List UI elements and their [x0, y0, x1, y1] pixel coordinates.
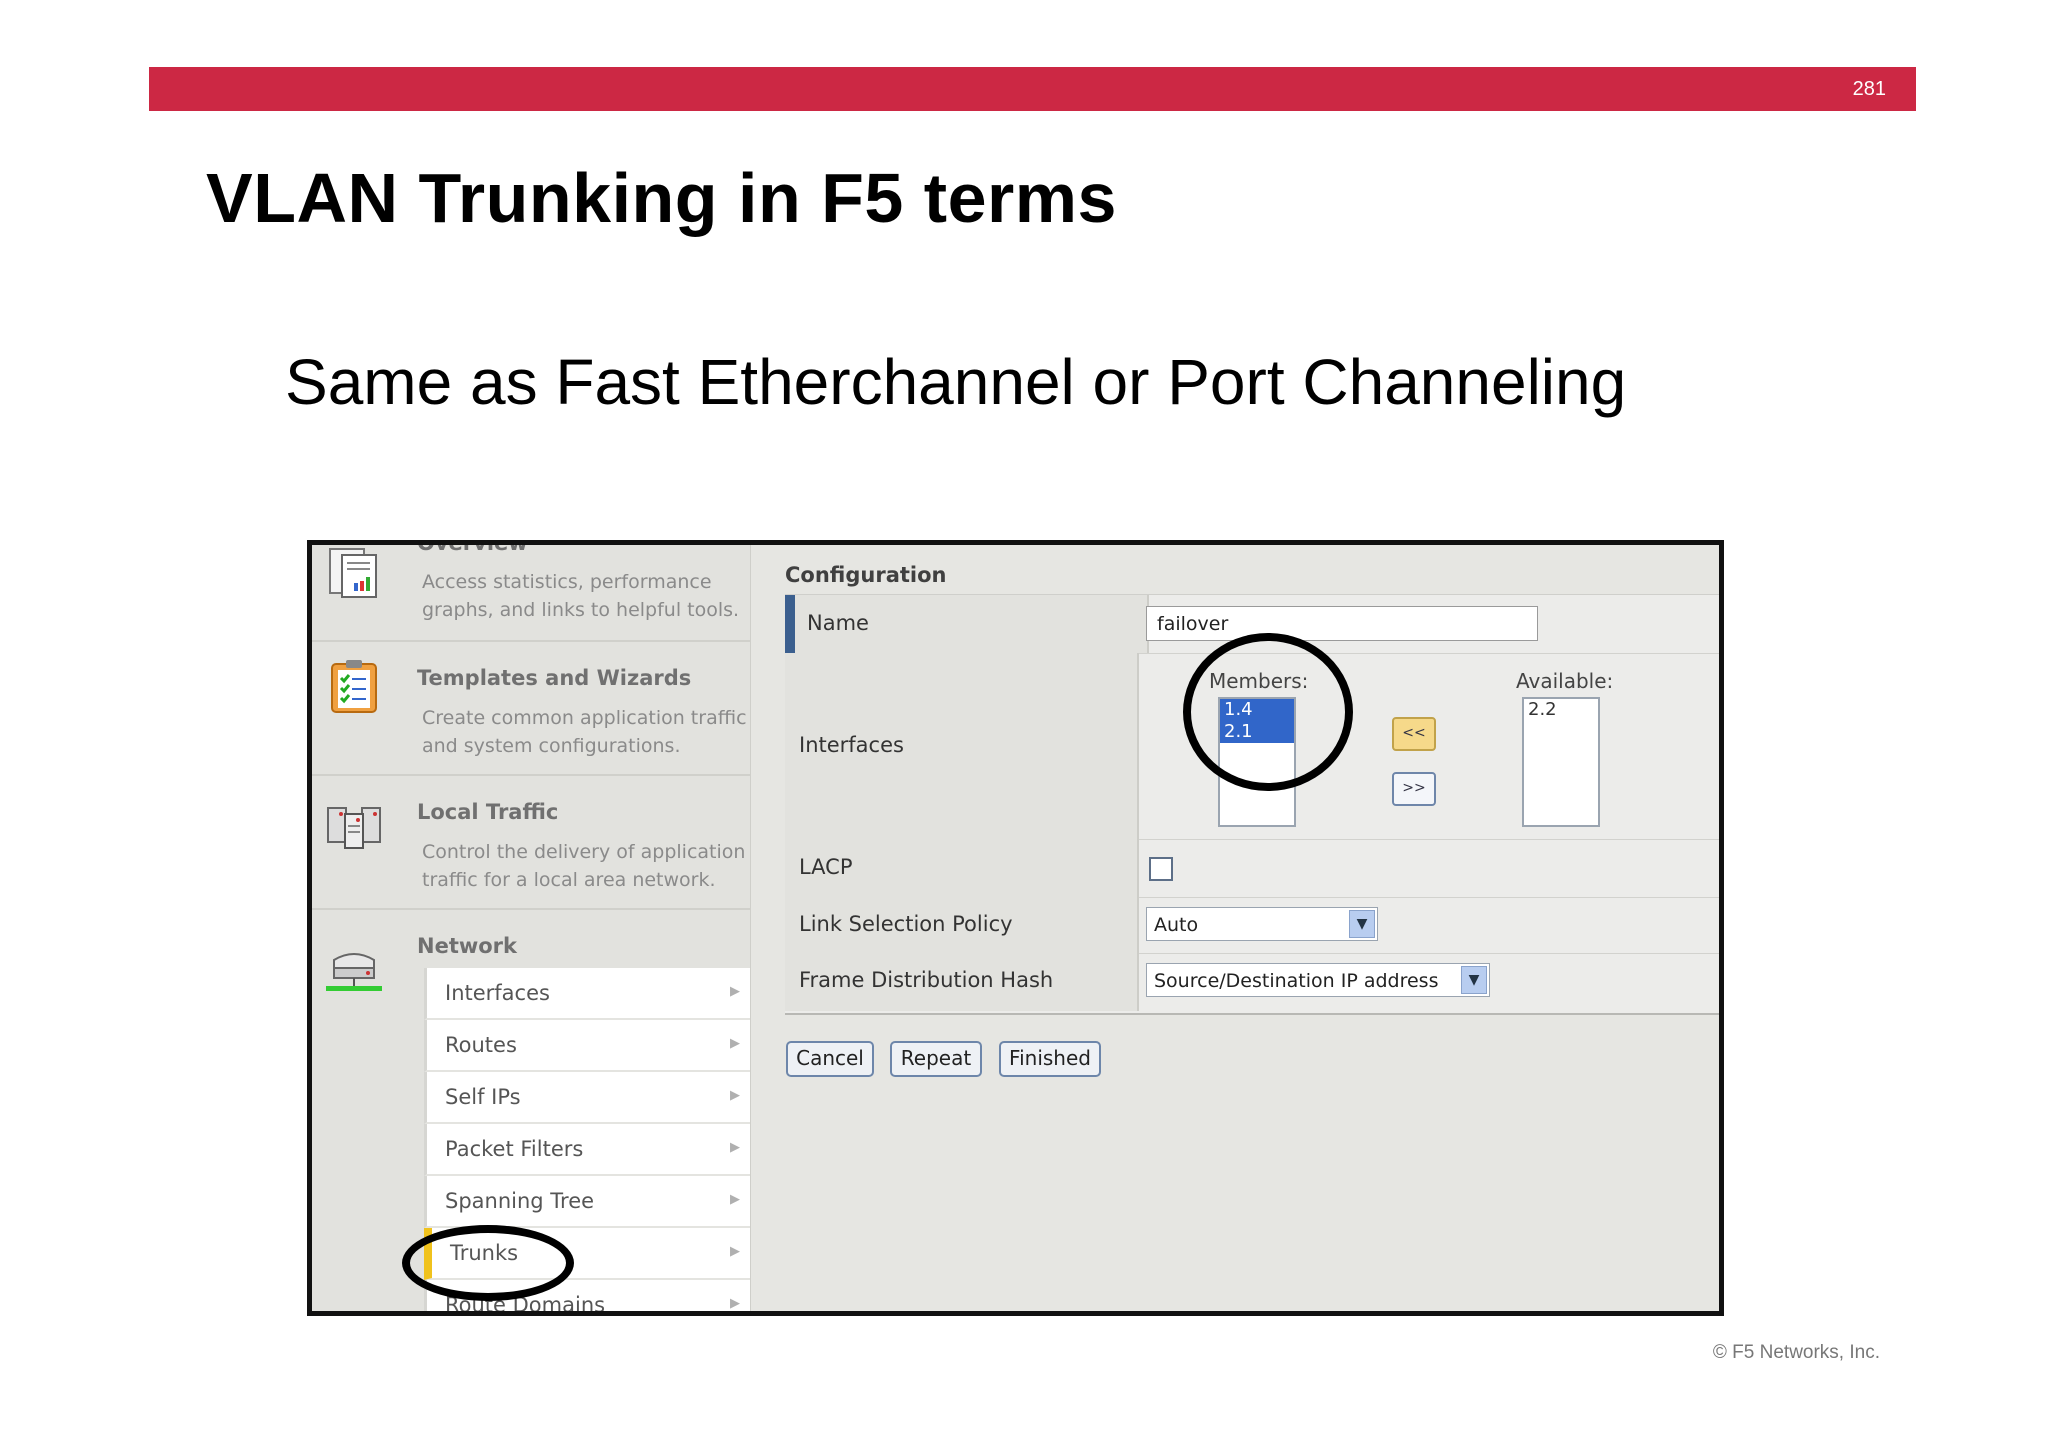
move-to-members-button[interactable]: <<: [1392, 717, 1436, 751]
link-policy-row: Link Selection Policy Auto ▼: [785, 897, 1719, 954]
nav-section-desc: graphs, and links to helpful tools.: [422, 599, 740, 621]
select-value: Auto: [1154, 914, 1199, 936]
hash-label: Frame Distribution Hash: [799, 968, 1054, 992]
name-input[interactable]: failover: [1146, 606, 1538, 641]
nav-section-title: Templates and Wizards: [417, 666, 692, 690]
nav-item-spanning-tree[interactable]: Spanning Tree ▶: [424, 1176, 750, 1228]
nav-section-desc: Control the delivery of application: [422, 841, 746, 863]
nav-section-overview[interactable]: Overview Access statistics, performance …: [312, 540, 750, 642]
title-accent-bar: 281: [149, 67, 1916, 111]
report-icon: [329, 548, 377, 598]
cancel-button[interactable]: Cancel: [786, 1041, 874, 1077]
lacp-checkbox[interactable]: [1149, 857, 1173, 881]
select-value: Source/Destination IP address: [1154, 970, 1439, 992]
nav-item-label: Self IPs: [445, 1085, 521, 1109]
nav-item-self-ips[interactable]: Self IPs ▶: [424, 1072, 750, 1124]
nav-item-label: Packet Filters: [445, 1137, 584, 1161]
available-option[interactable]: 2.2: [1524, 699, 1598, 721]
nav-section-templates[interactable]: Templates and Wizards Create common appl…: [312, 642, 750, 776]
emphasis-circle-members: [1183, 633, 1353, 791]
main-navigation: Overview Access statistics, performance …: [312, 545, 751, 1311]
nav-section-title: Network: [417, 934, 518, 958]
copyright: © F5 Networks, Inc.: [1712, 1342, 1880, 1363]
link-policy-label: Link Selection Policy: [799, 912, 1013, 936]
nav-section-desc: Access statistics, performance: [422, 571, 712, 593]
lacp-label: LACP: [799, 855, 853, 879]
chevron-right-icon: ▶: [730, 1088, 740, 1103]
chevron-right-icon: ▶: [730, 1192, 740, 1207]
nav-item-label: Spanning Tree: [445, 1189, 595, 1213]
nav-item-label: Routes: [445, 1033, 517, 1057]
finished-button[interactable]: Finished: [999, 1041, 1101, 1077]
f5-config-screenshot: Overview Access statistics, performance …: [307, 540, 1724, 1316]
repeat-button[interactable]: Repeat: [890, 1041, 982, 1077]
nav-section-desc: and system configurations.: [422, 735, 681, 757]
configuration-heading: Configuration: [785, 563, 947, 587]
chevron-right-icon: ▶: [730, 1140, 740, 1155]
nav-section-desc: traffic for a local area network.: [422, 869, 716, 891]
nav-section-local-traffic[interactable]: Local Traffic Control the delivery of ap…: [312, 776, 750, 910]
chevron-right-icon: ▶: [730, 1244, 740, 1259]
hash-select[interactable]: Source/Destination IP address ▼: [1146, 963, 1490, 997]
nav-item-routes[interactable]: Routes ▶: [424, 1020, 750, 1072]
slide-subtitle: Same as Fast Etherchannel or Port Channe…: [285, 346, 1627, 418]
hash-row: Frame Distribution Hash Source/Destinati…: [785, 953, 1719, 1011]
nav-item-label: Interfaces: [445, 981, 550, 1005]
servers-icon: [327, 807, 381, 849]
available-listbox[interactable]: 2.2: [1522, 697, 1600, 827]
available-label: Available:: [1516, 669, 1614, 693]
interfaces-label: Interfaces: [799, 733, 904, 757]
slide-title: VLAN Trunking in F5 terms: [206, 159, 1117, 237]
network-device-icon: [326, 953, 382, 991]
emphasis-circle-trunks: [402, 1225, 574, 1301]
nav-section-title: Local Traffic: [417, 800, 559, 824]
nav-section-desc: Create common application traffic: [422, 707, 747, 729]
nav-item-packet-filters[interactable]: Packet Filters ▶: [424, 1124, 750, 1176]
name-label: Name: [807, 611, 869, 635]
link-policy-select[interactable]: Auto ▼: [1146, 907, 1378, 941]
chevron-right-icon: ▶: [730, 984, 740, 999]
nav-item-interfaces[interactable]: Interfaces ▶: [424, 968, 750, 1020]
clipboard-checklist-icon: [331, 660, 377, 713]
lacp-row: LACP: [785, 839, 1719, 898]
chevron-right-icon: ▶: [730, 1296, 740, 1311]
move-to-available-button[interactable]: >>: [1392, 772, 1436, 806]
nav-section-title: Overview: [417, 540, 528, 555]
chevron-right-icon: ▶: [730, 1036, 740, 1051]
page-number: 281: [1852, 78, 1886, 100]
chevron-down-icon: ▼: [1461, 966, 1487, 994]
chevron-down-icon: ▼: [1349, 910, 1375, 938]
